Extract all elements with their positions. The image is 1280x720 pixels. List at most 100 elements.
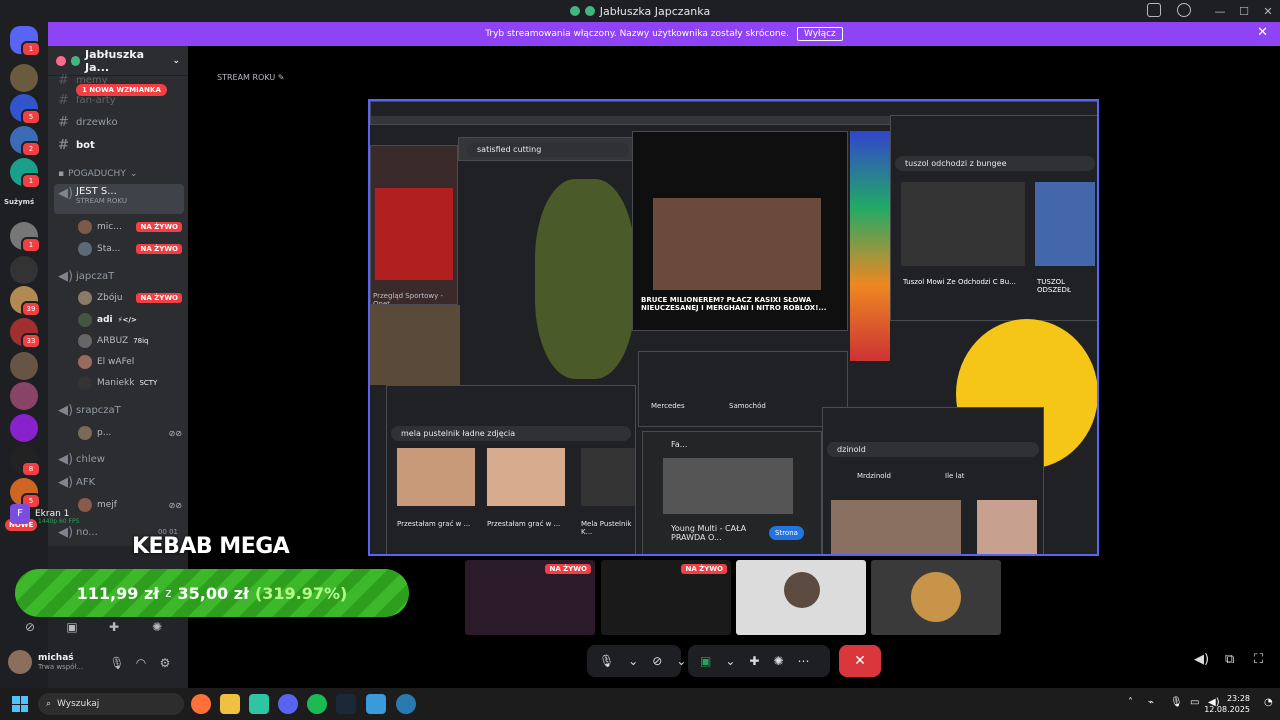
avatar — [8, 650, 32, 674]
firefox-icon[interactable] — [191, 694, 211, 714]
disable-streamer-mode-button[interactable]: Wyłącz — [796, 27, 843, 41]
server-apple-icon — [584, 6, 595, 16]
voice-user[interactable]: mic... NA ŻYWO — [78, 218, 182, 236]
server-icon[interactable] — [10, 352, 38, 380]
server-icon[interactable]: 8 — [10, 446, 41, 477]
voice-user[interactable]: Zbóju NA ŻYWO — [78, 289, 182, 307]
camera-thumbnail[interactable] — [736, 560, 866, 635]
voice-channel-chlew[interactable]: ◀) chlew — [54, 449, 184, 469]
voice-channel-japczat[interactable]: ◀) japczaT — [54, 266, 184, 286]
network-icon[interactable]: ⌁ — [1148, 697, 1154, 708]
fb-page-button[interactable]: Strona — [769, 526, 804, 540]
microphone-icon[interactable]: 🎙 — [599, 654, 614, 668]
voice-user[interactable]: Maniekk SCTY — [78, 374, 182, 392]
chevron-down-icon[interactable]: ⌄ — [628, 654, 638, 668]
taskbar-search[interactable]: ⌕ Wyszukaj — [38, 693, 184, 715]
camera-thumbnail[interactable] — [871, 560, 1001, 635]
minimize-icon[interactable]: — — [1208, 5, 1232, 18]
voice-channel-srapczat[interactable]: ◀) srapczaT — [54, 400, 184, 420]
discord-icon[interactable] — [278, 694, 298, 714]
category-pogaduchy[interactable]: ▪ POGADUCHY ⌄ — [58, 169, 137, 179]
notepad-icon[interactable] — [366, 694, 386, 714]
volume-icon[interactable]: ◀) — [1194, 652, 1209, 667]
leave-call-button[interactable]: ✕ — [839, 645, 881, 677]
new-mention-badge[interactable]: 1 NOWA WZMIANKA — [76, 84, 167, 96]
server-icon[interactable] — [10, 414, 38, 442]
server-icon[interactable]: 5 — [10, 478, 41, 509]
server-icon[interactable]: 39 — [10, 286, 41, 317]
pencil-icon[interactable]: ✎ — [278, 73, 285, 82]
spotify-icon[interactable] — [307, 694, 327, 714]
voice-channel-jest[interactable]: ◀) JEST S... STREAM ROKU — [54, 184, 184, 214]
durian-image — [535, 179, 635, 379]
share-screen-icon[interactable]: ▣ — [63, 620, 81, 638]
server-icon[interactable]: 33 — [10, 318, 41, 349]
activity-icon[interactable]: ✚ — [749, 654, 759, 668]
help-icon[interactable] — [1177, 3, 1191, 17]
server-icon[interactable] — [10, 64, 38, 92]
voice-user[interactable]: p... ⊘⊘ — [78, 424, 182, 442]
voice-user[interactable]: mejf ⊘⊘ — [78, 496, 182, 514]
microphone-icon[interactable]: 🎙 — [108, 656, 126, 674]
speaker-icon: ◀) — [58, 186, 74, 201]
server-icon[interactable]: 5 — [10, 94, 41, 125]
user-panel[interactable]: michaś Trwa współ... — [8, 650, 83, 674]
server-icon[interactable]: 1 — [10, 158, 41, 189]
soundboard-icon[interactable]: ✺ — [773, 654, 783, 668]
channel-bot[interactable]: # bot — [54, 135, 184, 155]
chevron-up-icon[interactable]: ˄ — [1128, 697, 1133, 708]
channel-drzewko[interactable]: # drzewko — [54, 112, 184, 132]
server-icon[interactable]: 1 — [10, 222, 41, 253]
microphone-icon[interactable]: 🎙 — [1170, 697, 1183, 708]
display-icon[interactable]: ▭ — [1190, 697, 1199, 708]
globe-icon[interactable] — [396, 694, 416, 714]
more-icon[interactable]: ⋯ — [798, 654, 810, 668]
headphones-icon[interactable]: ◠ — [132, 656, 150, 674]
inbox-icon[interactable] — [1147, 3, 1161, 17]
youtube-window: BRUCE MILIONEREM? PŁACZ KASIXI SŁOWA NIE… — [632, 131, 848, 331]
soundboard-icon[interactable]: ✺ — [148, 620, 166, 638]
voice-user[interactable]: El wAFel — [78, 353, 182, 371]
steam-icon[interactable] — [336, 694, 356, 714]
main-stream-view[interactable]: Przegląd Sportowy - Onet satisfied cutti… — [368, 99, 1099, 556]
search-window: satisfied cutting — [458, 137, 638, 161]
stream-thumbnail[interactable]: NA ŻYWO — [601, 560, 731, 635]
voice-user[interactable]: adi ⚡</> — [78, 311, 182, 329]
activity-icon[interactable]: ✚ — [105, 620, 123, 638]
share-screen-icon[interactable]: ▣ — [700, 654, 711, 668]
avatar — [78, 242, 92, 256]
stream-thumbnail[interactable]: NA ŻYWO — [465, 560, 595, 635]
no-video-icon[interactable]: ⊘ — [21, 620, 39, 638]
cars-search-window: Mercedes Samochód — [638, 351, 848, 427]
clock[interactable]: 23:28 12.08.2025 — [1204, 693, 1250, 715]
server-icon[interactable] — [10, 256, 38, 284]
file-explorer-icon[interactable] — [220, 694, 240, 714]
avatar — [78, 355, 92, 369]
banner-close-icon[interactable]: ✕ — [1257, 25, 1268, 40]
gear-icon[interactable]: ⚙ — [156, 656, 174, 674]
camera-off-icon[interactable]: ⊘ — [652, 654, 662, 668]
apple-icon — [70, 55, 80, 66]
voice-user[interactable]: Sta... NA ŻYWO — [78, 240, 182, 258]
bell-icon[interactable]: ◔ — [1264, 697, 1273, 708]
hash-icon: # — [58, 114, 69, 130]
server-icon[interactable] — [10, 382, 38, 410]
voice-user[interactable]: ARBUZ 78iq — [78, 332, 182, 350]
image-result — [487, 448, 565, 506]
windows-start-icon[interactable] — [12, 696, 28, 712]
video-thumbnail — [370, 305, 460, 385]
voice-channel-afk[interactable]: ◀) AFK — [54, 472, 184, 492]
discord-home-icon[interactable]: 1 — [10, 26, 41, 57]
chevron-down-icon: ⌄ — [172, 55, 181, 66]
popout-icon[interactable]: ⧉ — [1225, 652, 1234, 667]
server-icon[interactable]: 2 — [10, 126, 41, 157]
app-icon[interactable] — [249, 694, 269, 714]
close-icon[interactable]: ✕ — [1256, 5, 1280, 18]
chevron-down-icon[interactable]: ⌄ — [725, 654, 735, 668]
speaker-icon: ◀) — [58, 402, 74, 418]
maximize-icon[interactable]: ☐ — [1232, 5, 1256, 18]
chevron-down-icon[interactable]: ⌄ — [676, 654, 686, 668]
fullscreen-icon[interactable]: ⛶ — [1254, 652, 1263, 667]
title-bar: Jabłuszka Japczanka — ☐ ✕ — [0, 0, 1280, 22]
activity-controls: ▣ ⌄ ✚ ✺ ⋯ — [688, 645, 830, 677]
